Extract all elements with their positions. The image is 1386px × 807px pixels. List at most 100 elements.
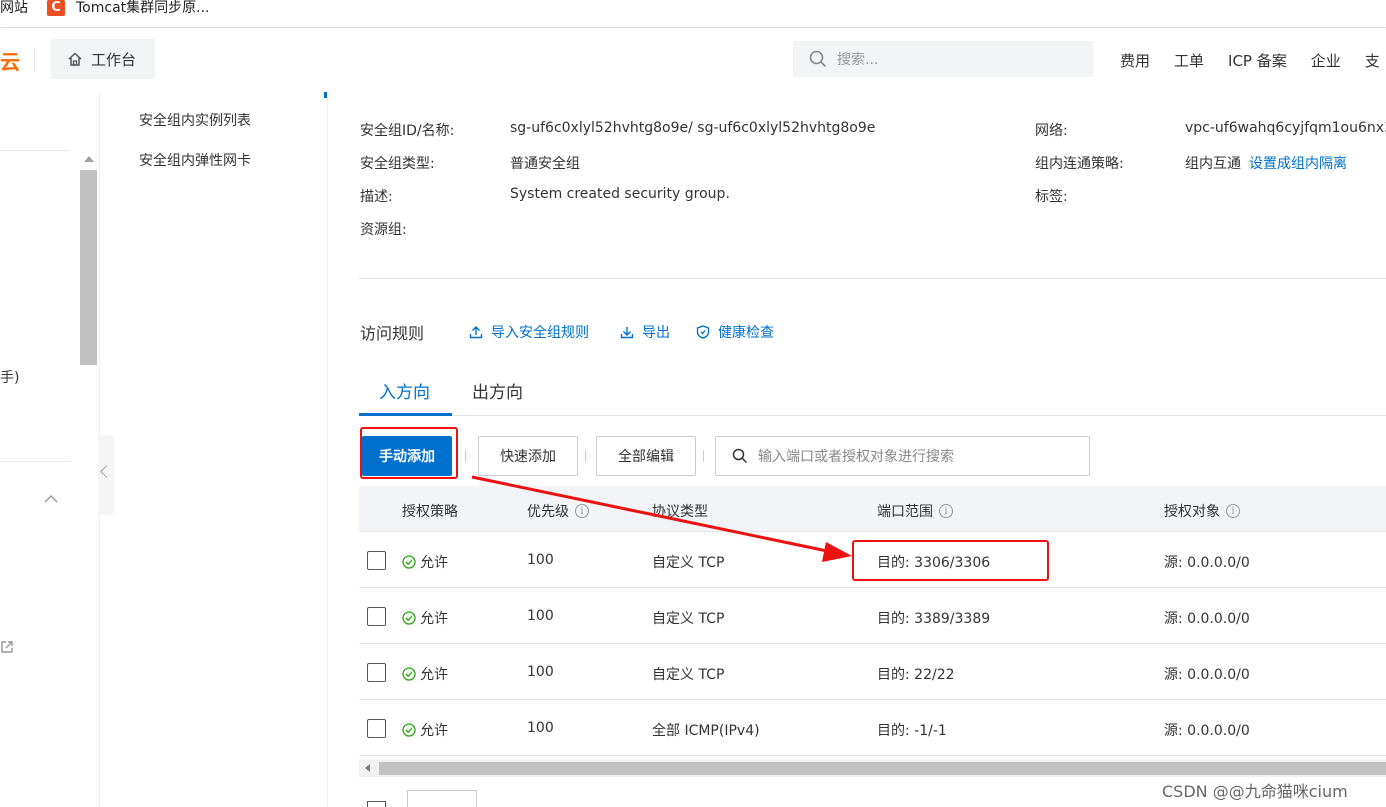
sg-type-label: 安全组类型: <box>360 156 435 172</box>
logo-divider <box>34 48 35 72</box>
source-cell: 源: 0.0.0.0/0 <box>1164 667 1250 683</box>
bookmark-tomcat[interactable]: Tomcat集群同步原... <box>76 0 210 16</box>
policy-cell: 允许 <box>402 664 448 684</box>
port-cell: 目的: 3389/3389 <box>877 611 991 627</box>
check-circle-icon <box>402 555 416 569</box>
policy-cell: 允许 <box>402 552 448 572</box>
shield-icon <box>696 325 710 339</box>
security-group-submenu: 安全组内实例列表 安全组内弹性网卡 <box>98 92 328 807</box>
sg-type-value: 普通安全组 <box>510 156 580 172</box>
column-header-protocol: 协议类型 <box>652 504 708 520</box>
column-header-source: 授权对象 i <box>1164 501 1240 521</box>
scroll-up-arrow-icon[interactable] <box>84 156 94 162</box>
export-label: 导出 <box>642 325 670 341</box>
export-link[interactable]: 导出 <box>620 322 670 342</box>
info-icon[interactable]: i <box>1226 504 1240 518</box>
set-isolation-link[interactable]: 设置成组内隔离 <box>1249 156 1347 172</box>
access-rules-title: 访问规则 <box>360 324 425 343</box>
network-value: vpc-uf6wahq6cyjfqm1ou6nx3 <box>1185 120 1386 136</box>
table-header: 授权策略 优先级 i 协议类型 端口范围 i 授权对象 i <box>359 486 1386 532</box>
network-label: 网络: <box>1035 123 1068 139</box>
priority-cell: 100 <box>527 720 554 736</box>
source-cell: 源: 0.0.0.0/0 <box>1164 555 1250 571</box>
external-link-icon[interactable] <box>0 640 14 654</box>
nav-link-enterprise[interactable]: 企业 <box>1311 50 1341 71</box>
tab-outbound[interactable]: 出方向 <box>472 378 523 403</box>
button-separator <box>703 450 704 462</box>
info-icon[interactable]: i <box>575 504 589 518</box>
section-divider <box>359 278 1386 279</box>
sidebar-divider <box>0 150 70 151</box>
protocol-cell: 全部 ICMP(IPv4) <box>652 723 760 739</box>
source-cell: 源: 0.0.0.0/0 <box>1164 611 1250 627</box>
chevron-up-icon[interactable] <box>44 492 58 506</box>
import-rules-label: 导入安全组规则 <box>491 325 589 341</box>
sidebar-divider <box>0 461 70 462</box>
intra-policy-text: 组内互通 <box>1185 156 1241 172</box>
protocol-cell: 自定义 TCP <box>652 667 725 683</box>
global-search-input[interactable]: 搜索... <box>793 41 1093 77</box>
health-check-link[interactable]: 健康检查 <box>696 322 774 342</box>
download-icon <box>620 327 634 339</box>
tags-label: 标签: <box>1035 189 1068 205</box>
select-all-checkbox[interactable] <box>367 801 386 807</box>
table-row: 允许 100 全部 ICMP(IPv4) 目的: -1/-1 源: 0.0.0.… <box>359 700 1386 756</box>
sg-desc-label: 描述: <box>360 189 393 205</box>
collapse-sidebar-handle[interactable] <box>98 435 114 515</box>
annotation-box-manual-add <box>360 427 458 479</box>
nav-link-tickets[interactable]: 工单 <box>1174 50 1204 71</box>
priority-cell: 100 <box>527 664 554 680</box>
top-navigation: 云 工作台 搜索... 费用 工单 ICP 备案 企业 支 <box>0 28 1386 92</box>
sg-desc-value: System created security group. <box>510 186 730 202</box>
edit-all-button[interactable]: 全部编辑 <box>596 436 696 476</box>
row-checkbox[interactable] <box>367 719 386 738</box>
batch-delete-button[interactable] <box>407 790 477 807</box>
main-content: 安全组ID/名称: sg-uf6c0xlyl52hvhtg8o9e/ sg-uf… <box>329 92 1386 807</box>
button-separator <box>585 450 586 462</box>
sidebar-scroll-thumb[interactable] <box>80 170 97 365</box>
annotation-box-port <box>852 540 1049 581</box>
port-cell: 目的: 22/22 <box>877 667 955 683</box>
table-row: 允许 100 自定义 TCP 目的: 22/22 源: 0.0.0.0/0 <box>359 644 1386 700</box>
resource-group-label: 资源组: <box>360 222 407 238</box>
nav-link-billing[interactable]: 费用 <box>1120 50 1150 71</box>
search-icon <box>732 448 748 464</box>
left-sidebar: 手) <box>0 92 100 807</box>
workbench-label: 工作台 <box>91 50 137 69</box>
home-icon <box>68 52 82 66</box>
nav-link-support[interactable]: 支 <box>1365 50 1380 71</box>
bookmark-site[interactable]: 网站 <box>0 0 28 16</box>
brand-logo[interactable]: 云 <box>0 46 20 75</box>
column-header-port: 端口范围 i <box>877 501 953 521</box>
nav-link-icp[interactable]: ICP 备案 <box>1228 50 1287 71</box>
table-scroll-thumb[interactable] <box>379 762 1386 775</box>
csdn-favicon-icon: C <box>47 0 65 16</box>
submenu-active-indicator <box>324 92 327 98</box>
bookmark-bar: 网站 C Tomcat集群同步原... <box>0 0 1386 28</box>
submenu-item-enis[interactable]: 安全组内弹性网卡 <box>139 150 251 170</box>
scroll-left-arrow-icon[interactable] <box>365 764 370 772</box>
sg-id-label: 安全组ID/名称: <box>360 123 455 139</box>
column-header-priority: 优先级 i <box>527 501 589 521</box>
protocol-cell: 自定义 TCP <box>652 611 725 627</box>
workbench-button[interactable]: 工作台 <box>51 39 155 79</box>
quick-add-button[interactable]: 快速添加 <box>478 436 578 476</box>
import-rules-link[interactable]: 导入安全组规则 <box>469 322 589 342</box>
submenu-item-instances[interactable]: 安全组内实例列表 <box>139 110 251 130</box>
row-checkbox[interactable] <box>367 551 386 570</box>
port-cell: 目的: -1/-1 <box>877 723 947 739</box>
column-header-policy: 授权策略 <box>402 504 458 520</box>
tab-inbound[interactable]: 入方向 <box>379 378 430 403</box>
csdn-watermark: CSDN @@九命猫咪cium <box>1162 782 1348 801</box>
row-checkbox[interactable] <box>367 607 386 626</box>
protocol-cell: 自定义 TCP <box>652 555 725 571</box>
table-horizontal-scrollbar[interactable] <box>359 760 1386 777</box>
priority-cell: 100 <box>527 552 554 568</box>
policy-cell: 允许 <box>402 720 448 740</box>
row-checkbox[interactable] <box>367 663 386 682</box>
table-row: 允许 100 自定义 TCP 目的: 3389/3389 源: 0.0.0.0/… <box>359 588 1386 644</box>
info-icon[interactable]: i <box>939 504 953 518</box>
rule-search-input[interactable]: 输入端口或者授权对象进行搜索 <box>715 436 1090 476</box>
rule-search-placeholder: 输入端口或者授权对象进行搜索 <box>758 449 954 465</box>
upload-icon <box>469 326 483 339</box>
